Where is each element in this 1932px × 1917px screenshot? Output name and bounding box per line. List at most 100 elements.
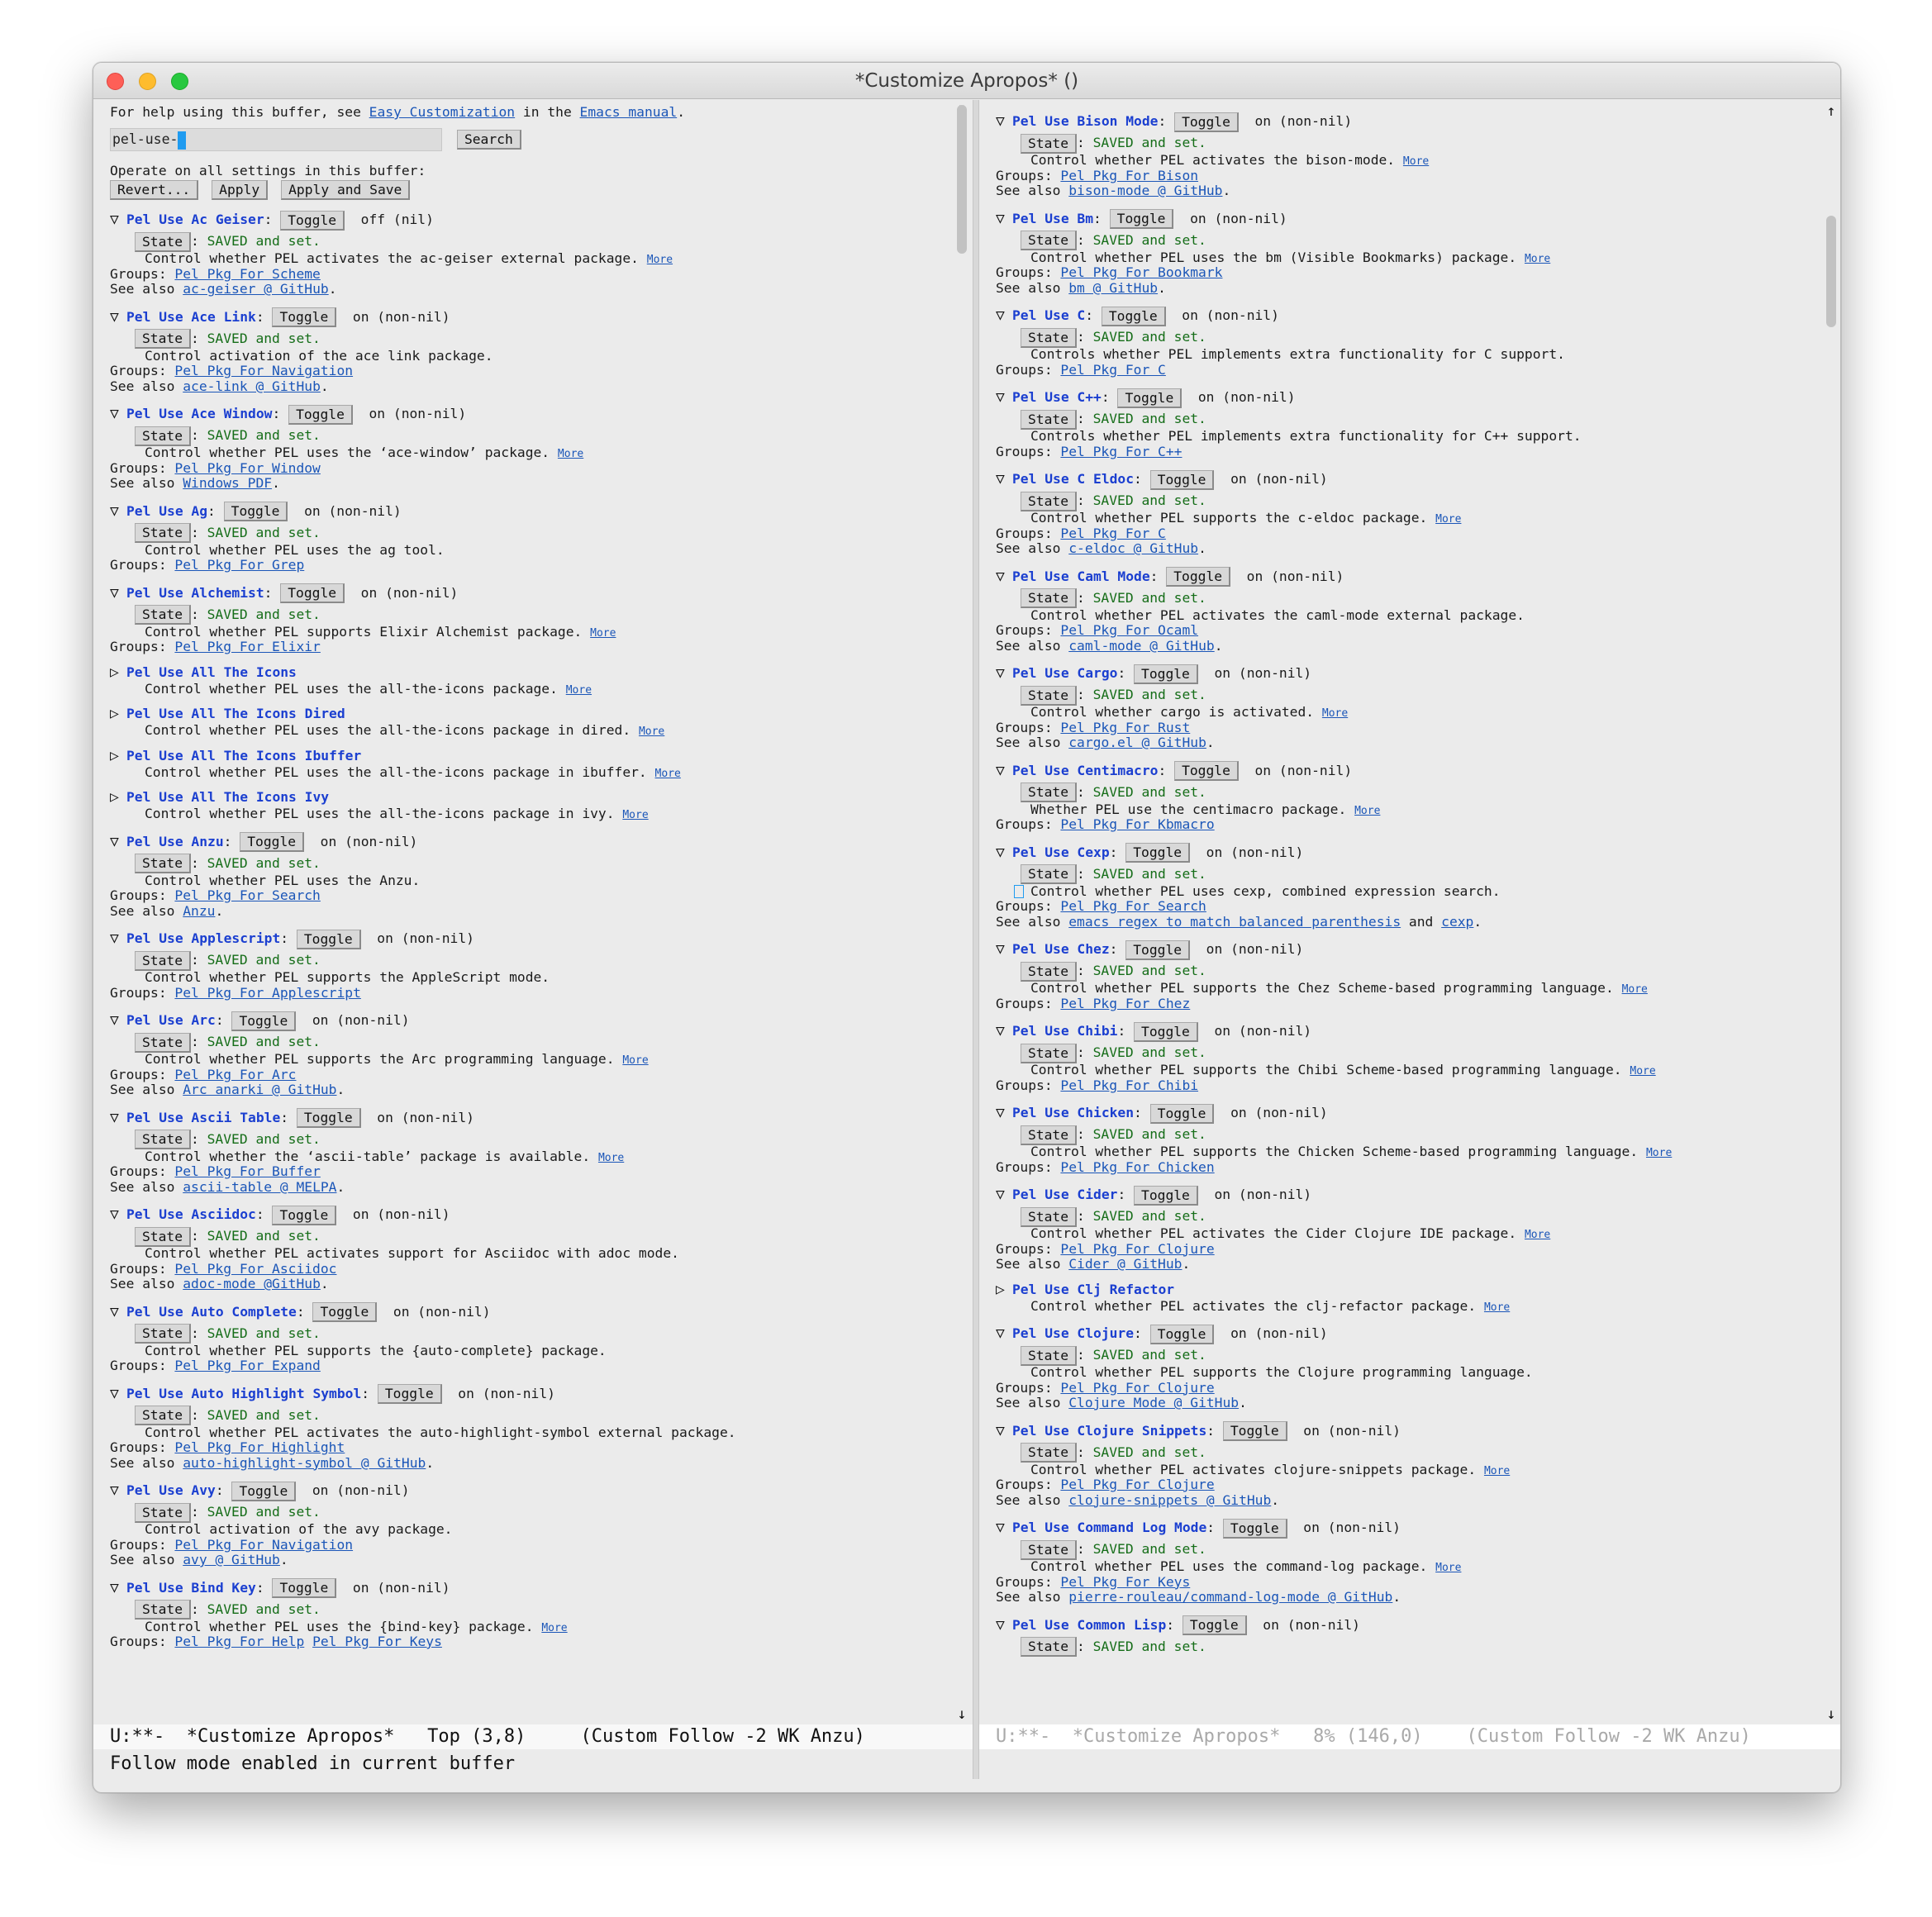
state-button[interactable]: State [135, 950, 192, 971]
see-also-link[interactable]: bison-mode @ GitHub [1068, 183, 1222, 198]
left-scrollbar-thumb[interactable] [957, 105, 967, 254]
more-link[interactable]: More [1646, 1147, 1672, 1159]
expanded-triangle-icon[interactable]: ▽ [996, 110, 1012, 133]
expanded-triangle-icon[interactable]: ▽ [110, 306, 126, 329]
state-button[interactable]: State [1021, 491, 1078, 511]
window-divider[interactable] [973, 100, 979, 1779]
state-button[interactable]: State [1021, 1345, 1078, 1366]
state-button[interactable]: State [1021, 1443, 1078, 1463]
toggle-button[interactable]: Toggle [1134, 1021, 1198, 1042]
toggle-button[interactable]: Toggle [1117, 388, 1183, 408]
expanded-triangle-icon[interactable]: ▽ [110, 208, 126, 231]
group-link[interactable]: Pel Pkg For Expand [174, 1358, 320, 1373]
emacs-manual-link[interactable]: Emacs manual [580, 104, 678, 120]
group-link[interactable]: Pel Pkg For Search [174, 887, 320, 903]
group-link[interactable]: Pel Pkg For Navigation [174, 1537, 353, 1553]
group-link[interactable]: Pel Pkg For Elixir [174, 639, 320, 654]
see-also-link[interactable]: cexp [1441, 914, 1473, 930]
group-link[interactable]: Pel Pkg For C [1060, 526, 1165, 541]
see-also-link[interactable]: ace-link @ GitHub [183, 378, 321, 394]
expanded-triangle-icon[interactable]: ▽ [996, 1420, 1012, 1443]
see-also-link[interactable]: adoc-mode @GitHub [183, 1276, 321, 1291]
toggle-button[interactable]: Toggle [1166, 567, 1231, 587]
group-link[interactable]: Pel Pkg For Search [1060, 898, 1206, 914]
see-also-link[interactable]: cargo.el @ GitHub [1068, 735, 1206, 750]
more-link[interactable]: More [1630, 1065, 1655, 1077]
group-link[interactable]: Pel Pkg For Scheme [174, 266, 320, 282]
toggle-button[interactable]: Toggle [272, 1578, 337, 1598]
expanded-triangle-icon[interactable]: ▽ [996, 1614, 1012, 1637]
zoom-window-button[interactable] [171, 73, 188, 90]
state-button[interactable]: State [135, 329, 192, 349]
expanded-triangle-icon[interactable]: ▽ [996, 565, 1012, 588]
see-also-link[interactable]: Clojure Mode @ GitHub [1068, 1395, 1239, 1410]
more-link[interactable]: More [1484, 1301, 1510, 1314]
toggle-button[interactable]: Toggle [1182, 1615, 1247, 1635]
toggle-button[interactable]: Toggle [1149, 469, 1215, 490]
scroll-down-arrow-icon[interactable]: ↓ [954, 1706, 969, 1723]
toggle-button[interactable]: Toggle [1134, 1185, 1198, 1206]
expanded-triangle-icon[interactable]: ▽ [110, 1009, 126, 1032]
more-link[interactable]: More [622, 1054, 648, 1067]
search-input[interactable]: pel-use- [110, 128, 442, 151]
see-also-link[interactable]: Arc anarki @ GitHub [183, 1082, 336, 1097]
collapsed-triangle-icon[interactable]: ▷ [110, 705, 126, 723]
state-button[interactable]: State [135, 231, 192, 252]
toggle-button[interactable]: Toggle [296, 929, 361, 949]
right-window-pane[interactable]: ▽ Pel Use Bison Mode: Toggle on (non-nil)… [979, 100, 1840, 1779]
toggle-button[interactable]: Toggle [1125, 939, 1191, 960]
group-link[interactable]: Pel Pkg For Clojure [1060, 1477, 1214, 1492]
state-button[interactable]: State [135, 605, 192, 625]
see-also-link[interactable]: auto-highlight-symbol @ GitHub [183, 1455, 426, 1471]
see-also-link[interactable]: pierre-rouleau/command-log-mode @ GitHub [1068, 1589, 1392, 1605]
collapsed-triangle-icon[interactable]: ▷ [110, 664, 126, 682]
state-button[interactable]: State [1021, 1043, 1078, 1063]
more-link[interactable]: More [1622, 983, 1648, 996]
group-link[interactable]: Pel Pkg For Grep [174, 557, 304, 573]
expanded-triangle-icon[interactable]: ▽ [110, 402, 126, 426]
more-link[interactable]: More [639, 725, 664, 738]
state-button[interactable]: State [1021, 1637, 1078, 1657]
more-link[interactable]: More [1354, 805, 1380, 817]
state-button[interactable]: State [135, 1032, 192, 1053]
expanded-triangle-icon[interactable]: ▽ [996, 207, 1012, 231]
toggle-button[interactable]: Toggle [296, 1108, 361, 1128]
more-link[interactable]: More [541, 1622, 567, 1634]
see-also-link[interactable]: caml-mode @ GitHub [1068, 638, 1214, 654]
expanded-triangle-icon[interactable]: ▽ [110, 1479, 126, 1502]
apply-button[interactable]: Apply [212, 179, 269, 200]
expanded-triangle-icon[interactable]: ▽ [110, 1382, 126, 1406]
search-button[interactable]: Search [456, 130, 521, 150]
group-link[interactable]: Pel Pkg For Chez [1060, 996, 1190, 1011]
see-also-link[interactable]: Cider @ GitHub [1068, 1256, 1182, 1272]
toggle-button[interactable]: Toggle [231, 1481, 297, 1501]
expanded-triangle-icon[interactable]: ▽ [110, 830, 126, 854]
state-button[interactable]: State [1021, 133, 1078, 154]
state-button[interactable]: State [135, 1600, 192, 1620]
toggle-button[interactable]: Toggle [272, 1205, 337, 1225]
expanded-triangle-icon[interactable]: ▽ [996, 386, 1012, 409]
see-also-link[interactable]: avy @ GitHub [183, 1552, 280, 1567]
more-link[interactable]: More [647, 254, 673, 266]
state-button[interactable]: State [1021, 1125, 1078, 1145]
state-button[interactable]: State [135, 1502, 192, 1523]
more-link[interactable]: More [1484, 1465, 1510, 1477]
state-button[interactable]: State [1021, 1539, 1078, 1560]
state-button[interactable]: State [1021, 588, 1078, 608]
expanded-triangle-icon[interactable]: ▽ [996, 1322, 1012, 1345]
scroll-up-arrow-icon[interactable]: ↑ [1824, 103, 1839, 120]
expanded-triangle-icon[interactable]: ▽ [996, 938, 1012, 961]
collapsed-triangle-icon[interactable]: ▷ [110, 788, 126, 806]
group-link[interactable]: Pel Pkg For Window [174, 460, 320, 476]
group-link[interactable]: Pel Pkg For Arc [174, 1067, 296, 1082]
group-link[interactable]: Pel Pkg For Chicken [1060, 1159, 1214, 1175]
toggle-button[interactable]: Toggle [1222, 1518, 1287, 1539]
expanded-triangle-icon[interactable]: ▽ [996, 1101, 1012, 1125]
see-also-link[interactable]: clojure-snippets @ GitHub [1068, 1492, 1271, 1508]
more-link[interactable]: More [1435, 1562, 1461, 1574]
toggle-button[interactable]: Toggle [1109, 209, 1174, 229]
group-link[interactable]: Pel Pkg For Applescript [174, 985, 360, 1001]
expanded-triangle-icon[interactable]: ▽ [996, 1020, 1012, 1043]
more-link[interactable]: More [1525, 253, 1550, 265]
toggle-button[interactable]: Toggle [1222, 1421, 1287, 1441]
